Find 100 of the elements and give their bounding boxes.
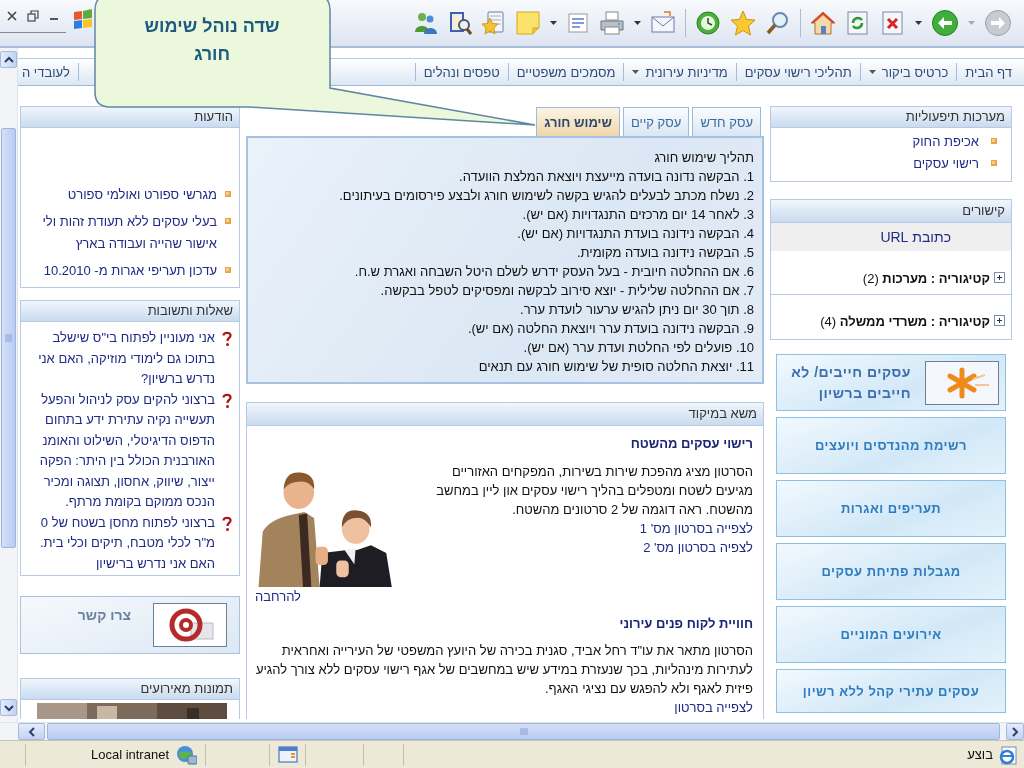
notice-link[interactable]: מגרשי ספורט ואולמי ספורט bbox=[67, 184, 217, 206]
stop-icon[interactable] bbox=[880, 10, 906, 36]
scroll-up-button[interactable] bbox=[0, 51, 17, 68]
refresh-icon[interactable] bbox=[845, 10, 871, 36]
question-icon bbox=[221, 515, 233, 532]
system-link[interactable]: רישוי עסקים bbox=[913, 155, 979, 171]
tab[interactable]: שימוש חורג bbox=[536, 107, 620, 136]
contact-button[interactable]: צרו קשר bbox=[20, 596, 240, 654]
panel-title: מערכות תיפעוליות bbox=[771, 107, 1011, 128]
process-step: 3. לאחר 14 יום מרכזים התנגדויות (אם יש). bbox=[256, 205, 754, 224]
video-link[interactable]: לצפייה בסרטון מס' 1 bbox=[639, 519, 753, 538]
process-step: 6. אם ההחלטה חיובית - בעל העסק ידרש לשלם היטל השבחה ואגרת ש.ח. bbox=[256, 262, 754, 281]
article-heading: רישוי עסקים מהשטח bbox=[629, 435, 753, 453]
caret-icon[interactable] bbox=[634, 21, 641, 25]
video-link[interactable]: לצפייה בסרטון bbox=[674, 698, 753, 717]
caret-icon[interactable] bbox=[868, 70, 876, 74]
printer-icon[interactable] bbox=[599, 10, 625, 36]
nav-item[interactable]: כרטיס ביקור bbox=[859, 63, 957, 81]
caret-icon[interactable] bbox=[550, 21, 557, 25]
nav-item[interactable]: מדיניות עירונית bbox=[623, 63, 736, 81]
column-header: כתובת URL bbox=[771, 223, 1011, 251]
quick-link-button[interactable]: עסקים עתירי קהל ללא רשיון bbox=[776, 669, 1006, 713]
chevron-right-icon bbox=[1011, 726, 1019, 737]
expand-icon[interactable] bbox=[994, 272, 1005, 283]
expand-icon[interactable] bbox=[994, 315, 1005, 326]
nav-item[interactable]: תהליכי רישוי עסקים bbox=[735, 63, 860, 81]
bullet-icon bbox=[991, 138, 997, 144]
scroll-right-button[interactable] bbox=[1006, 723, 1024, 740]
question-link[interactable]: ברצוני להקים עסק לניהול והפעל תעשייה נקיה עתירת ידע בתחום הדפוס הדיגיטלי, השילוט והאומנ האורבנית הכולל בין היתר: הפקה ייצור, שיווק, אחסון, תצוגה ומכיר הנכס ממוקם בקומת מרתף. bbox=[25, 389, 215, 513]
search-icon[interactable] bbox=[765, 10, 791, 36]
process-step: 7. אם ההחלטה שלילית - יוצא סירוב לבקשה ומפסיקים לטפל בבקשה. bbox=[256, 281, 754, 300]
windows-flag-icon[interactable] bbox=[72, 8, 94, 30]
quick-link-button[interactable]: עסקים חייבים/ לא חייבים ברשיון bbox=[776, 354, 1006, 411]
question-link[interactable]: ברצוני לפתוח מחסן בשטח של 0 מ"ר לכלי מטבח, תיקים וכלי בית. האם אני נדרש ברישיון bbox=[25, 512, 215, 574]
system-link[interactable]: אכיפת החוק bbox=[912, 133, 979, 149]
scroll-down-button[interactable] bbox=[0, 699, 17, 716]
scrollbar-thumb[interactable] bbox=[1, 128, 16, 548]
security-zone-label: Local intranet bbox=[90, 747, 169, 762]
panel-title: תמונות מאירועים bbox=[21, 679, 239, 700]
book-icon[interactable] bbox=[447, 10, 473, 36]
tab[interactable]: עסק קיים bbox=[623, 107, 690, 136]
process-step: 4. הבקשה נידונה בועדת התנגדויות (אם יש). bbox=[256, 224, 754, 243]
question-link[interactable]: אני מעוניין לפתוח בי"ס שישלב בתוכו גם לימודי מוזיקה, האם אני נדרש ברשיון? bbox=[25, 328, 215, 390]
panel-title: קישורים bbox=[771, 200, 1011, 223]
callout-text: שדה נוהל שימוש חורג bbox=[143, 15, 281, 66]
close-icon[interactable] bbox=[6, 10, 18, 22]
document-icon[interactable] bbox=[566, 11, 590, 35]
bullet-icon bbox=[225, 267, 231, 273]
nav-item[interactable]: לעובדי ה bbox=[18, 63, 79, 81]
process-step: 5. הבקשה נידונה בועדה מקומית. bbox=[256, 243, 754, 262]
process-step: 2. נשלח מכתב לבעלים להגיש בקשה לשימוש חורג ולבצע פירסומים בעיתונים. bbox=[256, 186, 754, 205]
quick-link-button[interactable]: מגבלות פתיחת עסקים bbox=[776, 543, 1006, 600]
document-star-icon[interactable] bbox=[482, 10, 506, 36]
bullet-icon bbox=[991, 160, 997, 166]
bullet-icon bbox=[225, 191, 231, 197]
chevron-up-icon bbox=[3, 55, 14, 64]
caret-icon[interactable] bbox=[915, 21, 922, 25]
asterisk-icon bbox=[925, 360, 999, 405]
video-link[interactable]: לצפיה בסרטון מס' 2 bbox=[643, 538, 753, 557]
people-icon[interactable] bbox=[412, 10, 438, 36]
question-icon bbox=[221, 331, 233, 347]
scroll-left-button[interactable] bbox=[18, 723, 45, 740]
caret-icon[interactable] bbox=[632, 70, 640, 74]
quick-link-button[interactable]: רשימת מהנדסים ויועצים bbox=[776, 417, 1006, 474]
process-title: תהליך שימוש חורג bbox=[653, 149, 754, 167]
nav-item[interactable]: דף הבית bbox=[956, 63, 1020, 81]
tab[interactable]: עסק חדש bbox=[692, 107, 761, 136]
panel-title: משא במיקוד bbox=[247, 403, 763, 426]
chevron-down-icon bbox=[3, 703, 14, 712]
process-step: 11. יוצאת החלטה סופית של שימוש חורג עם תנאים bbox=[256, 357, 754, 376]
chevron-left-icon bbox=[27, 726, 36, 737]
browser-page-icon bbox=[998, 744, 1018, 765]
globe-icon bbox=[175, 743, 197, 766]
nav-item[interactable]: מסמכים משפטיים bbox=[507, 63, 624, 81]
star-icon[interactable] bbox=[730, 10, 756, 36]
quick-link-button[interactable]: תעריפים ואגרות bbox=[776, 480, 1006, 537]
notice-link[interactable]: בעלי עסקים ללא תעודת זהות ולי אישור שהייה ועבודה בארץ bbox=[29, 211, 217, 255]
article-text: הסרטון מציג מהפכת שירות בשירות, המפקחים האזוריים מגיעים לשטח ומטפלים בהליך רישוי עסקים און ליין במחשב מהשטח. ראה דוגמה של 2 סרטונים מהשטח. bbox=[435, 463, 753, 519]
status-text: בוצע bbox=[967, 747, 993, 762]
back-icon[interactable] bbox=[931, 9, 959, 37]
window-icon[interactable] bbox=[277, 745, 298, 764]
read-more-link[interactable]: להרחבה bbox=[255, 587, 753, 606]
panel-title: שאלות ותשובות bbox=[21, 301, 239, 322]
bullet-icon bbox=[225, 218, 231, 224]
process-step: 8. תוך 30 יום ניתן להגיש ערעור לועדת ערר. bbox=[256, 300, 754, 319]
mail-icon[interactable] bbox=[650, 10, 676, 36]
article-heading: חוויית לקוח פנים עירוני bbox=[618, 615, 753, 633]
restore-icon[interactable] bbox=[27, 10, 39, 22]
article-text: הסרטון מתאר את עו"ד רחל אביד, סגנית בכירה של היועץ המשפטי של העירייה ואחראית לעתירות מינהליות, בכך שנעזרת במידע שיש במחשבים של אגף רישוי עסקים ללא צורך להגיע פיזית לאגף ולא להפגש עם נציגי האגף. bbox=[255, 642, 753, 698]
clock-icon[interactable] bbox=[695, 10, 721, 36]
notice-link[interactable]: עדכון תעריפי אגרות מ- 10.2010 bbox=[43, 260, 217, 282]
home-icon[interactable] bbox=[810, 10, 836, 36]
quick-link-button[interactable]: אירועים המוניים bbox=[776, 606, 1006, 663]
panel-title: הודעות bbox=[21, 107, 239, 128]
process-step: 10. פועלים לפי החלטת ועדת ערר (אם יש). bbox=[256, 338, 754, 357]
scrollbar-thumb[interactable] bbox=[47, 723, 1000, 740]
process-step: 9. הבקשה נידונה בועדת ערר ויוצאת החלטה (אם יש). bbox=[256, 319, 754, 338]
question-icon bbox=[221, 392, 233, 409]
process-step: 1. הבקשה נדונה בועדה מייעצת ויוצאת המלצת הוועדה. bbox=[256, 167, 754, 186]
nav-item[interactable]: טפסים ונהלים bbox=[414, 63, 508, 81]
